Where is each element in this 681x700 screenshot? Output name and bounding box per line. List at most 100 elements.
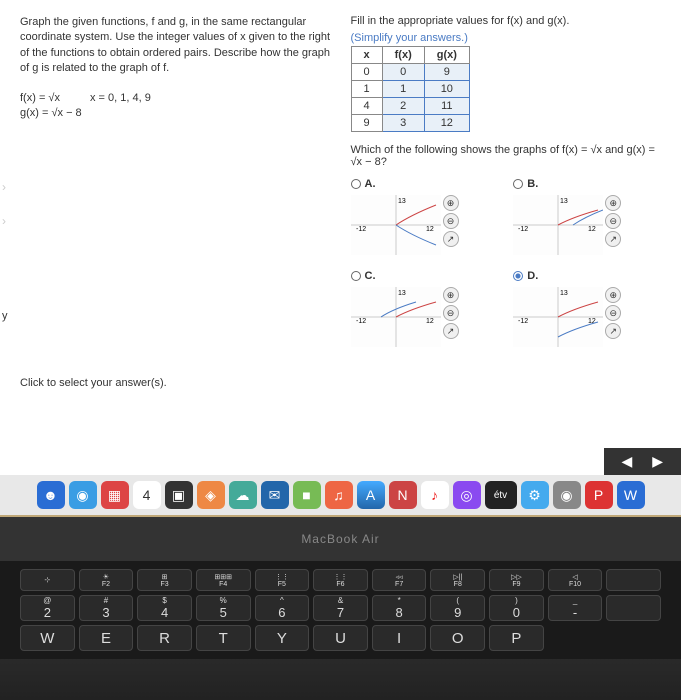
- fx-input-3[interactable]: 3: [382, 115, 424, 132]
- podcast-icon[interactable]: ◎: [453, 481, 481, 509]
- option-a[interactable]: A. 13-1212 ⊕ ⊖ ↗: [351, 178, 499, 255]
- f8-key[interactable]: ▷||F8: [430, 569, 485, 591]
- calendar-icon[interactable]: ▦: [101, 481, 129, 509]
- gx-input-2[interactable]: 11: [424, 98, 469, 115]
- table-row: 0 0 9: [351, 64, 469, 81]
- messages-icon[interactable]: ☁: [229, 481, 257, 509]
- blank-key[interactable]: [606, 569, 661, 591]
- macos-dock: ☻ ◉ ▦ 4 ▣ ◈ ☁ ✉ ■ ♫ A N ♪ ◎ étv ⚙ ◉ P W: [0, 475, 681, 515]
- fx-input-1[interactable]: 1: [382, 81, 424, 98]
- key-i[interactable]: I: [372, 625, 427, 651]
- word-icon[interactable]: W: [617, 481, 645, 509]
- gx-input-1[interactable]: 10: [424, 81, 469, 98]
- expand-icon[interactable]: ↗: [605, 323, 621, 339]
- question-instructions: Graph the given functions, f and g, in t…: [20, 15, 331, 77]
- x-values: x = 0, 1, 4, 9: [90, 92, 151, 104]
- side-arrow-1[interactable]: ›: [2, 180, 6, 194]
- graph-question: Which of the following shows the graphs …: [351, 144, 662, 168]
- key-9[interactable]: (9: [430, 595, 485, 621]
- key-8[interactable]: *8: [372, 595, 427, 621]
- settings-icon[interactable]: ⚙: [521, 481, 549, 509]
- music-icon[interactable]: ♫: [325, 481, 353, 509]
- key-0[interactable]: )0: [489, 595, 544, 621]
- key-6[interactable]: ^6: [255, 595, 310, 621]
- key-dash[interactable]: _-: [548, 595, 603, 621]
- side-arrow-2[interactable]: ›: [2, 214, 6, 228]
- radio-c[interactable]: [351, 271, 361, 281]
- key-5[interactable]: %5: [196, 595, 251, 621]
- terminal-icon[interactable]: ▣: [165, 481, 193, 509]
- key-3[interactable]: #3: [79, 595, 134, 621]
- key-4[interactable]: $4: [137, 595, 192, 621]
- key-u[interactable]: U: [313, 625, 368, 651]
- app-store-icon[interactable]: A: [357, 481, 385, 509]
- tv-icon[interactable]: étv: [485, 481, 517, 509]
- app-icon[interactable]: ◈: [197, 481, 225, 509]
- key-7[interactable]: &7: [313, 595, 368, 621]
- f9-key[interactable]: ▷▷F9: [489, 569, 544, 591]
- f3-key[interactable]: ⊞F3: [137, 569, 192, 591]
- blank-key2[interactable]: [606, 595, 661, 621]
- gx-input-3[interactable]: 12: [424, 115, 469, 132]
- prev-arrow-icon[interactable]: ◀: [622, 453, 633, 470]
- expand-icon[interactable]: ↗: [605, 231, 621, 247]
- zoom-out-icon[interactable]: ⊖: [443, 213, 459, 229]
- key-r[interactable]: R: [137, 625, 192, 651]
- expand-icon[interactable]: ↗: [443, 323, 459, 339]
- graph-a: 13-1212: [351, 195, 441, 255]
- safari-icon[interactable]: ◉: [69, 481, 97, 509]
- keyboard: ⊹ ☀F2 ⊞F3 ⊞⊞⊞F4 ⋮⋮F5 ⋮⋮F6 ◃◃F7 ▷||F8 ▷▷F…: [0, 561, 681, 659]
- fn-key[interactable]: ⊹: [20, 569, 75, 591]
- expand-icon[interactable]: ↗: [443, 231, 459, 247]
- zoom-in-icon[interactable]: ⊕: [443, 287, 459, 303]
- notes-icon[interactable]: 4: [133, 481, 161, 509]
- option-c[interactable]: C. 13-1212 ⊕ ⊖ ↗: [351, 270, 499, 347]
- option-b[interactable]: B. 13-1212 ⊕ ⊖ ↗: [513, 178, 661, 255]
- finder-icon[interactable]: ☻: [37, 481, 65, 509]
- mail-icon[interactable]: ✉: [261, 481, 289, 509]
- f-definition: f(x) = √x: [20, 92, 60, 104]
- next-arrow-icon[interactable]: ▶: [652, 453, 663, 470]
- f7-key[interactable]: ◃◃F7: [372, 569, 427, 591]
- f6-key[interactable]: ⋮⋮F6: [313, 569, 368, 591]
- gx-input-0[interactable]: 9: [424, 64, 469, 81]
- f4-key[interactable]: ⊞⊞⊞F4: [196, 569, 251, 591]
- option-d[interactable]: D. 13-1212 ⊕ ⊖ ↗: [513, 270, 661, 347]
- key-p[interactable]: P: [489, 625, 544, 651]
- key-w[interactable]: W: [20, 625, 75, 651]
- radio-a[interactable]: [351, 179, 361, 189]
- facetime-icon[interactable]: ■: [293, 481, 321, 509]
- page-nav: ◀ ▶: [604, 448, 681, 475]
- key-y[interactable]: Y: [255, 625, 310, 651]
- zoom-in-icon[interactable]: ⊕: [443, 195, 459, 211]
- zoom-out-icon[interactable]: ⊖: [443, 305, 459, 321]
- zoom-in-icon[interactable]: ⊕: [605, 195, 621, 211]
- key-2[interactable]: @2: [20, 595, 75, 621]
- svg-text:-12: -12: [356, 318, 366, 325]
- table-row: 4 2 11: [351, 98, 469, 115]
- key-t[interactable]: T: [196, 625, 251, 651]
- zoom-out-icon[interactable]: ⊖: [605, 213, 621, 229]
- key-e[interactable]: E: [79, 625, 134, 651]
- svg-text:13: 13: [560, 290, 568, 297]
- fx-input-0[interactable]: 0: [382, 64, 424, 81]
- radio-b[interactable]: [513, 179, 523, 189]
- system-icon[interactable]: ◉: [553, 481, 581, 509]
- fx-input-2[interactable]: 2: [382, 98, 424, 115]
- zoom-out-icon[interactable]: ⊖: [605, 305, 621, 321]
- f5-key[interactable]: ⋮⋮F5: [255, 569, 310, 591]
- netflix-icon[interactable]: N: [389, 481, 417, 509]
- svg-text:13: 13: [560, 198, 568, 205]
- graph-b: 13-1212: [513, 195, 603, 255]
- svg-text:12: 12: [588, 226, 596, 233]
- simplify-note: (Simplify your answers.): [351, 32, 662, 44]
- key-o[interactable]: O: [430, 625, 485, 651]
- click-select-prompt: Click to select your answer(s).: [20, 377, 661, 389]
- f10-key[interactable]: ◁F10: [548, 569, 603, 591]
- radio-d[interactable]: [513, 271, 523, 281]
- zoom-in-icon[interactable]: ⊕: [605, 287, 621, 303]
- svg-text:12: 12: [426, 226, 434, 233]
- powerpoint-icon[interactable]: P: [585, 481, 613, 509]
- f2-key[interactable]: ☀F2: [79, 569, 134, 591]
- itunes-icon[interactable]: ♪: [421, 481, 449, 509]
